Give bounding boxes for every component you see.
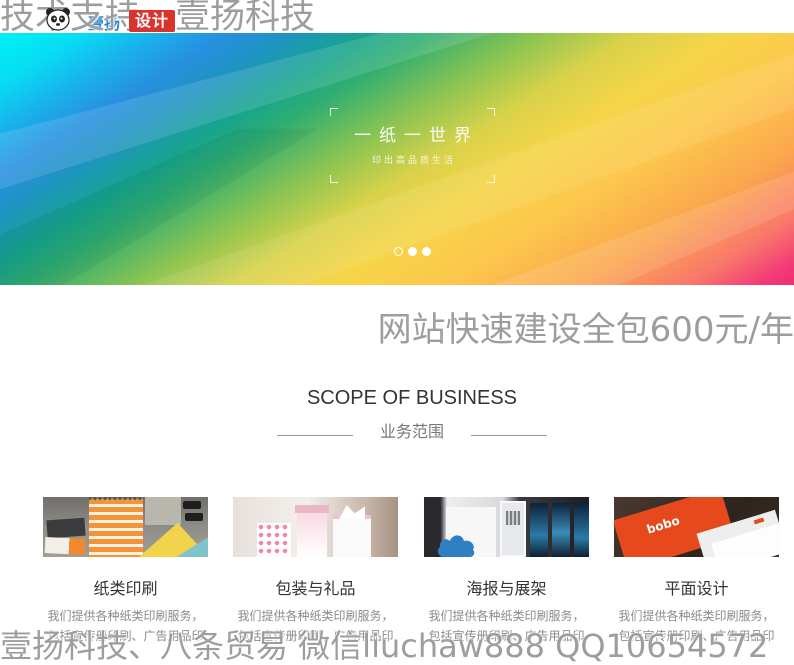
qr-code-icon (506, 511, 520, 525)
title-divider-left (277, 435, 353, 436)
title-divider-right (471, 435, 547, 436)
banner-title: 一纸一世界 (354, 126, 479, 146)
banner-subtitle: 印出高品质生活 (371, 156, 456, 166)
polka-dot-box (257, 523, 291, 557)
frame-corner (487, 108, 495, 116)
gift-bag (333, 515, 371, 557)
slider-dots (394, 247, 431, 256)
gift-packaging-photo (233, 497, 398, 557)
aurora-poster (530, 503, 548, 557)
slider-dot-1[interactable] (394, 247, 403, 256)
section-title-en: SCOPE OF BUSINESS (306, 387, 518, 409)
card-brand-mark: bobo (645, 513, 682, 537)
panda-icon (45, 7, 71, 31)
tissue-paper (339, 505, 365, 519)
business-item-posters-stands[interactable]: 海报与展架 我们提供各种纸类印刷服务， 包括宣传册印刷、广告用品印 (424, 497, 589, 647)
item-desc-line: 我们提供各种纸类印刷服务， (428, 609, 585, 623)
item-title: 海报与展架 (466, 579, 547, 598)
notebook-spiral (89, 497, 143, 500)
logo-badge: 设计 (129, 10, 175, 32)
aurora-poster (574, 503, 589, 557)
binder-clip (185, 513, 203, 521)
slider-dot-2[interactable] (408, 247, 417, 256)
hero-banner[interactable]: 一纸一世界 印出高品质生活 (0, 33, 794, 285)
item-desc-line: 我们提供各种纸类印刷服务， (47, 609, 204, 623)
frame-corner (330, 175, 338, 183)
item-desc-line: 我们提供各种纸类印刷服务， (618, 609, 775, 623)
paper-sheet (145, 497, 181, 525)
business-card-photo: bobo (614, 497, 779, 557)
pink-gift-box (297, 509, 327, 557)
gift-ribbon (295, 505, 329, 513)
binder-clip (183, 501, 201, 509)
poster-stand-photo (424, 497, 589, 557)
watermark-bottom: 壹扬科技、八条贸易 微信liuchaw888 QQ10654572 (0, 627, 769, 665)
cloud-icon (436, 531, 478, 557)
item-title: 纸类印刷 (93, 579, 158, 598)
aurora-poster (552, 503, 570, 557)
business-item-graphic-design[interactable]: bobo 平面设计 我们提供各种纸类印刷服务， 包括宣传册印刷、广告用品印 (614, 497, 779, 647)
card-stack-dark (46, 517, 86, 539)
banner-caption-frame: 一纸一世界 印出高品质生活 (330, 108, 495, 183)
striped-notebook (89, 499, 143, 557)
business-item-paper-printing[interactable]: 纸类印刷 我们提供各种纸类印刷服务， 包括宣传册印刷、广告用品印 (43, 497, 208, 647)
frame-corner (330, 108, 338, 116)
white-frame (500, 501, 526, 557)
business-item-packaging-gifts[interactable]: 包装与礼品 我们提供各种纸类印刷服务， 包括宣传册印刷、广告用品印 (233, 497, 398, 647)
stationery-photo (43, 497, 208, 557)
watermark-middle: 网站快速建设全包600元/年 (377, 310, 794, 350)
item-desc-line: 我们提供各种纸类印刷服务， (237, 609, 394, 623)
page: 壹扬 设计 技术支持 壹扬科技 一纸一世界 印出高品质生活 网站快速建设全包60… (0, 0, 794, 665)
card-stack-light (44, 536, 86, 556)
item-title: 包装与礼品 (275, 579, 356, 598)
frame-corner (487, 175, 495, 183)
section-title-cn: 业务范围 (379, 422, 444, 441)
slider-dot-3[interactable] (422, 247, 431, 256)
item-title: 平面设计 (664, 579, 729, 598)
